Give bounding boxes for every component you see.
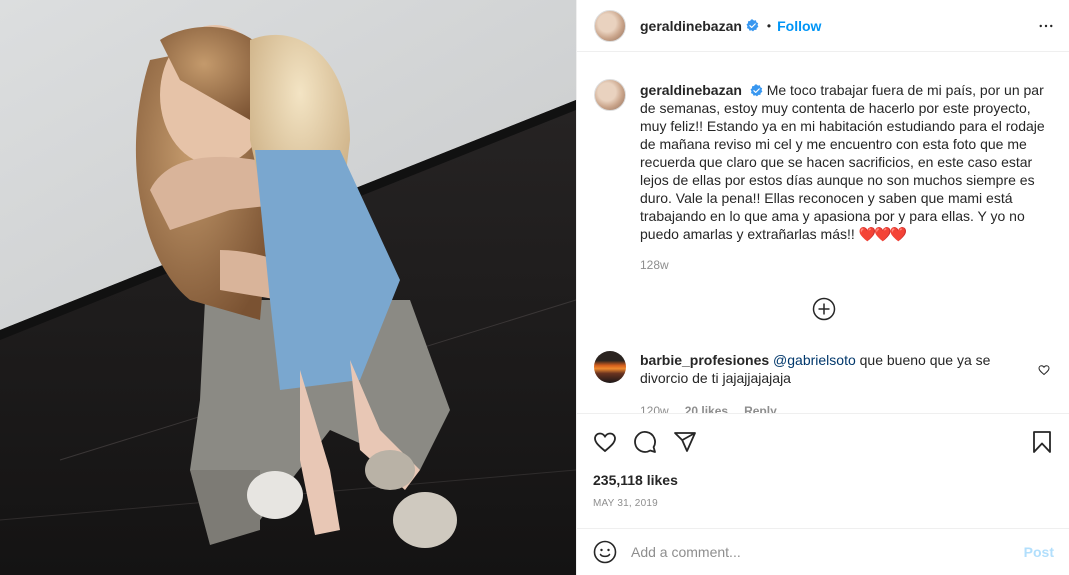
post-sidebar: geraldinebazan • Follow geraldinebazan M… bbox=[576, 0, 1069, 575]
heart-icon[interactable] bbox=[593, 430, 617, 454]
bookmark-icon[interactable] bbox=[1030, 430, 1054, 454]
comment-icon[interactable] bbox=[633, 430, 657, 454]
likes-count[interactable]: 235,118 likes bbox=[593, 472, 678, 488]
comment-meta: 120w 20 likes Reply bbox=[640, 404, 777, 413]
caption-text: geraldinebazan Me toco trabajar fuera de… bbox=[640, 81, 1055, 243]
author-avatar[interactable] bbox=[594, 9, 626, 42]
author-username[interactable]: geraldinebazan bbox=[640, 18, 742, 34]
comment-text: barbie_profesiones @gabrielsoto que buen… bbox=[640, 351, 1025, 387]
post-actions: 235,118 likes MAY 31, 2019 bbox=[577, 413, 1069, 523]
comments-scroll-area[interactable]: geraldinebazan Me toco trabajar fuera de… bbox=[577, 53, 1069, 413]
emoji-icon[interactable] bbox=[593, 540, 617, 564]
comment-likes[interactable]: 20 likes bbox=[685, 404, 728, 413]
caption-avatar[interactable] bbox=[594, 79, 626, 111]
comment-mention[interactable]: @gabrielsoto bbox=[773, 352, 856, 368]
post-date[interactable]: MAY 31, 2019 bbox=[593, 498, 658, 509]
verified-icon bbox=[746, 19, 759, 32]
verified-icon bbox=[750, 84, 763, 97]
add-comment-bar: Post bbox=[577, 528, 1069, 575]
post-comment-button[interactable]: Post bbox=[1024, 544, 1054, 560]
separator-dot: • bbox=[766, 18, 772, 33]
action-icons bbox=[593, 430, 697, 454]
caption-time[interactable]: 128w bbox=[640, 258, 669, 272]
comment-heart-icon[interactable] bbox=[1038, 364, 1050, 376]
heart-emojis: ❤️❤️❤️ bbox=[858, 226, 907, 242]
more-options-icon[interactable] bbox=[1036, 17, 1056, 35]
post-header: geraldinebazan • Follow bbox=[577, 0, 1069, 52]
follow-button[interactable]: Follow bbox=[777, 18, 821, 34]
caption: geraldinebazan Me toco trabajar fuera de… bbox=[594, 79, 1064, 243]
comment-reply-button[interactable]: Reply bbox=[744, 404, 777, 413]
comment-item: barbie_profesiones @gabrielsoto que buen… bbox=[594, 351, 1064, 387]
post-photo[interactable] bbox=[0, 0, 576, 575]
commenter-username[interactable]: barbie_profesiones bbox=[640, 352, 769, 368]
caption-body: Me toco trabajar fuera de mi país, por u… bbox=[640, 82, 1045, 242]
comment-input[interactable] bbox=[631, 544, 1011, 560]
load-more-icon[interactable] bbox=[812, 297, 836, 321]
comment-time[interactable]: 120w bbox=[640, 404, 669, 413]
share-icon[interactable] bbox=[673, 430, 697, 454]
post-dialog: geraldinebazan • Follow geraldinebazan M… bbox=[0, 0, 1069, 575]
photo-image bbox=[0, 0, 576, 575]
caption-username[interactable]: geraldinebazan bbox=[640, 82, 742, 98]
commenter-avatar[interactable] bbox=[594, 351, 626, 383]
